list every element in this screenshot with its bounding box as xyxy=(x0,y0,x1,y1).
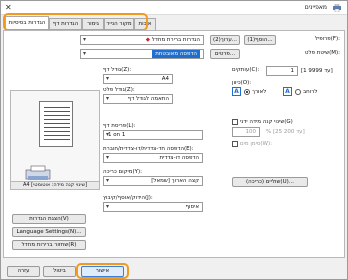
orientation-label: כיוון(O): xyxy=(232,80,252,86)
binding-label: מיקום כריכה(Y): xyxy=(103,169,143,175)
landscape-label: לרוחב xyxy=(303,89,318,95)
edit-profile-button[interactable]: ערוך(2)... xyxy=(210,35,240,45)
page-preview xyxy=(10,90,100,190)
landscape-radio[interactable] xyxy=(295,89,301,95)
portrait-icon: A xyxy=(232,87,241,96)
portrait-label: לאורך xyxy=(252,89,267,95)
output-method-value: הדפסה מאובטחת xyxy=(152,50,200,58)
copies-value: 1 xyxy=(290,68,295,74)
printer-icon xyxy=(25,165,51,180)
cancel-button[interactable]: ביטול xyxy=(43,266,76,277)
help-button[interactable]: עזרה xyxy=(7,266,40,277)
printer-app-icon xyxy=(333,4,341,12)
finishing-value: איסוף xyxy=(185,204,200,210)
manual-scale-checkbox[interactable] xyxy=(232,119,238,125)
watermark-label: סימן מים(W): xyxy=(240,141,272,147)
copies-spinner[interactable]: 1 xyxy=(266,66,298,76)
binding-select[interactable]: קצה הארוך [שמאל] xyxy=(103,176,203,186)
page-preview-icon xyxy=(39,101,73,147)
page-size-label: גודל דף(Z): xyxy=(103,67,132,73)
duplex-select[interactable]: הדפסה דו-צדדית xyxy=(103,153,203,163)
output-method-select[interactable]: הדפסה מאובטחת xyxy=(80,49,204,59)
manual-scale-label: שינוי קנה מידה ידני(G) xyxy=(240,119,293,125)
binding-value: קצה הארוך [שמאל] xyxy=(151,178,199,184)
ok-button-highlight xyxy=(76,263,129,279)
page-size-value: A4 xyxy=(161,76,169,82)
layout-label: פריסת דף(L): xyxy=(103,123,136,129)
window-title: מאפיינים xyxy=(304,4,327,11)
landscape-icon: A xyxy=(283,87,292,96)
close-icon[interactable]: ✕ xyxy=(5,3,12,12)
output-details-button[interactable]: פרטים... xyxy=(210,49,240,59)
portrait-radio[interactable] xyxy=(244,89,250,95)
finishing-label: הידוק/אוסף/קיבוץ(J): xyxy=(103,195,153,201)
layout-select[interactable]: 1 on 1 xyxy=(103,130,203,140)
add-profile-button[interactable]: הוסף(1)... xyxy=(244,35,276,45)
profile-select[interactable]: ◆ הגדרות ברירת מחדל xyxy=(80,35,204,45)
layout-value: 1 on 1 xyxy=(108,132,126,138)
duplex-label: הדפסה חד-צדדית/דו-צדדית/חוברת(E): xyxy=(103,146,194,152)
page-size-select[interactable]: A4 xyxy=(103,74,173,84)
language-settings-button[interactable]: Language Settings(N)... xyxy=(12,227,86,237)
properties-window: ✕ מאפיינים הגדרות בסיסיות הגדרות דף גימו… xyxy=(0,0,348,280)
output-size-label: גודל פלט(Z): xyxy=(103,87,135,93)
restore-defaults-button[interactable]: שחזור ברירות מחדל(R) xyxy=(12,240,86,250)
profile-label: פרופיל(F): xyxy=(314,36,340,42)
manual-scale-value: 100 xyxy=(245,129,257,135)
copies-range: [1 עד 9999] xyxy=(301,68,333,74)
view-settings-button[interactable]: הצגת הגדרות(V) xyxy=(12,214,86,224)
profile-value: הגדרות ברירת מחדל xyxy=(151,37,200,43)
output-size-value: התאמה לגודל דף xyxy=(127,96,169,102)
duplex-value: הדפסה דו-צדדית xyxy=(159,155,199,161)
copies-label: עותקים(C): xyxy=(232,67,260,73)
manual-scale-input[interactable]: 100 xyxy=(232,127,260,137)
settings-panel: פרופיל(F): ◆ הגדרות ברירת מחדל ערוך(2)..… xyxy=(3,30,345,258)
binding-margin-button[interactable]: שוליים (כריכה)(U)... xyxy=(232,177,308,187)
output-size-select[interactable]: התאמה לגודל דף xyxy=(103,94,173,104)
tabs-highlight xyxy=(3,13,148,31)
manual-scale-range: % [25 עד 200] xyxy=(266,129,305,135)
finishing-select[interactable]: איסוף xyxy=(103,202,203,212)
preview-caption: A4 [שינוי קנה מידה: אוטומטי] xyxy=(10,181,100,190)
watermark-checkbox[interactable] xyxy=(232,141,238,147)
output-method-label: שיטת פלט(M): xyxy=(304,50,340,56)
